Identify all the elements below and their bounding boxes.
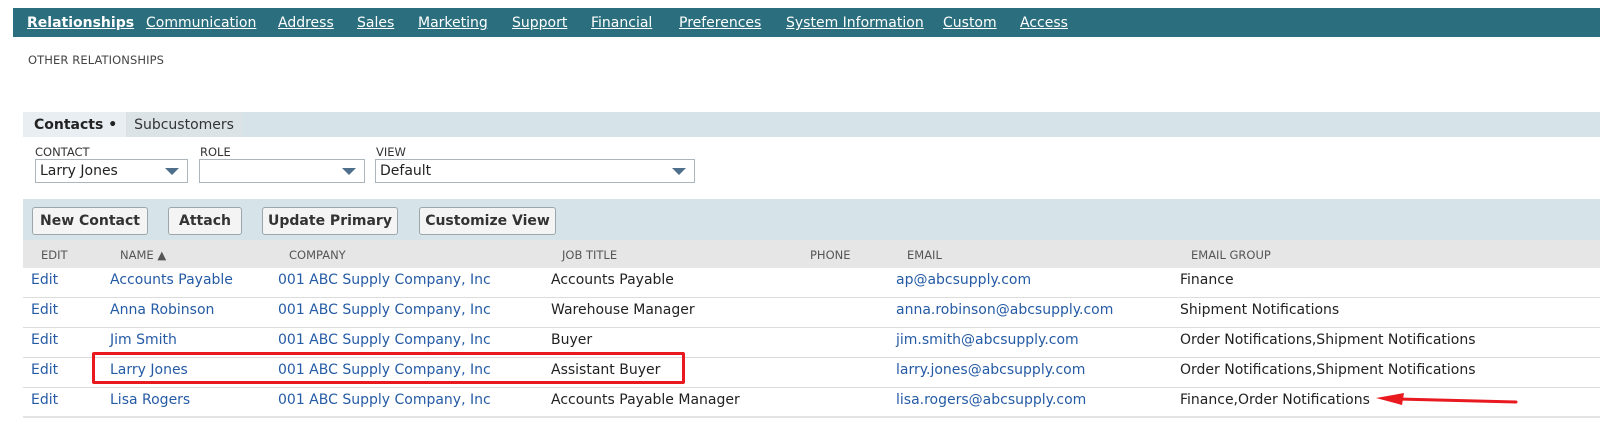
job-title-cell: Assistant Buyer	[551, 362, 661, 378]
table-bottom-border	[23, 416, 1600, 418]
contact-select[interactable]: Larry Jones	[35, 159, 188, 183]
company-link[interactable]: 001 ABC Supply Company, Inc	[278, 268, 491, 293]
table-row: Edit Anna Robinson 001 ABC Supply Compan…	[23, 298, 1600, 328]
tab-communication[interactable]: Communication	[146, 8, 256, 37]
subtab-subcustomers[interactable]: Subcustomers	[126, 112, 242, 137]
company-link[interactable]: 001 ABC Supply Company, Inc	[278, 328, 491, 353]
chevron-down-icon	[165, 168, 179, 175]
contact-name-link[interactable]: Lisa Rogers	[110, 388, 190, 413]
email-link[interactable]: jim.smith@abcsupply.com	[896, 328, 1079, 353]
tab-system-information[interactable]: System Information	[786, 8, 924, 37]
email-link[interactable]: anna.robinson@abcsupply.com	[896, 298, 1113, 323]
contact-filter-label: CONTACT	[35, 145, 90, 159]
new-contact-button[interactable]: New Contact	[32, 207, 148, 235]
email-group-cell: Finance	[1180, 272, 1234, 288]
tab-address[interactable]: Address	[278, 8, 334, 37]
chevron-down-icon	[672, 168, 686, 175]
edit-link[interactable]: Edit	[31, 358, 58, 383]
table-row: Edit Larry Jones 001 ABC Supply Company,…	[23, 358, 1600, 388]
email-group-cell: Shipment Notifications	[1180, 302, 1340, 318]
email-link[interactable]: ap@abcsupply.com	[896, 268, 1031, 293]
header-name[interactable]: NAME ▲	[120, 240, 166, 270]
header-email-group[interactable]: EMAIL GROUP	[1191, 240, 1271, 270]
contacts-table-header: EDIT NAME ▲ COMPANY JOB TITLE PHONE EMAI…	[23, 240, 1600, 268]
job-title-cell: Warehouse Manager	[551, 302, 695, 318]
contact-name-link[interactable]: Larry Jones	[110, 358, 188, 383]
header-phone[interactable]: PHONE	[810, 240, 851, 270]
attach-button[interactable]: Attach	[168, 207, 242, 235]
header-edit: EDIT	[41, 248, 68, 262]
contact-select-value: Larry Jones	[40, 163, 118, 179]
filter-bar: CONTACT Larry Jones ROLE VIEW Default	[23, 137, 1600, 199]
customize-view-button[interactable]: Customize View	[419, 207, 556, 235]
subtab-contacts[interactable]: Contacts •	[23, 112, 127, 137]
header-email[interactable]: EMAIL	[907, 240, 942, 270]
role-filter-label: ROLE	[200, 145, 231, 159]
tab-sales[interactable]: Sales	[357, 8, 394, 37]
tab-marketing[interactable]: Marketing	[418, 8, 488, 37]
chevron-down-icon	[342, 168, 356, 175]
contact-name-link[interactable]: Jim Smith	[110, 328, 177, 353]
company-link[interactable]: 001 ABC Supply Company, Inc	[278, 358, 491, 383]
edit-link[interactable]: Edit	[31, 328, 58, 353]
header-company[interactable]: COMPANY	[289, 240, 346, 270]
role-select[interactable]	[199, 159, 365, 183]
view-filter-label: VIEW	[376, 145, 406, 159]
tab-relationships[interactable]: Relationships	[27, 8, 134, 37]
table-row: Edit Lisa Rogers 001 ABC Supply Company,…	[23, 388, 1600, 418]
company-link[interactable]: 001 ABC Supply Company, Inc	[278, 298, 491, 323]
email-group-cell: Order Notifications,Shipment Notificatio…	[1180, 362, 1476, 378]
job-title-cell: Buyer	[551, 332, 593, 348]
tab-access[interactable]: Access	[1020, 8, 1068, 37]
header-job-title[interactable]: JOB TITLE	[562, 240, 617, 270]
update-primary-button[interactable]: Update Primary	[262, 207, 398, 235]
email-group-cell: Order Notifications,Shipment Notificatio…	[1180, 332, 1476, 348]
company-link[interactable]: 001 ABC Supply Company, Inc	[278, 388, 491, 413]
email-group-cell: Finance,Order Notifications	[1180, 392, 1370, 408]
view-select[interactable]: Default	[375, 159, 695, 183]
job-title-cell: Accounts Payable	[551, 272, 674, 288]
email-link[interactable]: larry.jones@abcsupply.com	[896, 358, 1085, 383]
email-link[interactable]: lisa.rogers@abcsupply.com	[896, 388, 1086, 413]
edit-link[interactable]: Edit	[31, 298, 58, 323]
subtab-bar: Contacts • Subcustomers	[23, 112, 1600, 137]
job-title-cell: Accounts Payable Manager	[551, 392, 740, 408]
tab-preferences[interactable]: Preferences	[679, 8, 761, 37]
action-button-bar: New Contact Attach Update Primary Custom…	[23, 199, 1600, 240]
tab-financial[interactable]: Financial	[591, 8, 652, 37]
contact-name-link[interactable]: Anna Robinson	[110, 298, 214, 323]
contact-name-link[interactable]: Accounts Payable	[110, 268, 233, 293]
table-row: Edit Jim Smith 001 ABC Supply Company, I…	[23, 328, 1600, 358]
annotation-arrow-icon	[1376, 393, 1518, 405]
edit-link[interactable]: Edit	[31, 268, 58, 293]
tab-support[interactable]: Support	[512, 8, 567, 37]
top-tab-bar: Relationships Communication Address Sale…	[13, 8, 1600, 37]
section-title: OTHER RELATIONSHIPS	[28, 53, 165, 67]
tab-custom[interactable]: Custom	[943, 8, 997, 37]
edit-link[interactable]: Edit	[31, 388, 58, 413]
table-row: Edit Accounts Payable 001 ABC Supply Com…	[23, 268, 1600, 298]
view-select-value: Default	[380, 163, 432, 179]
